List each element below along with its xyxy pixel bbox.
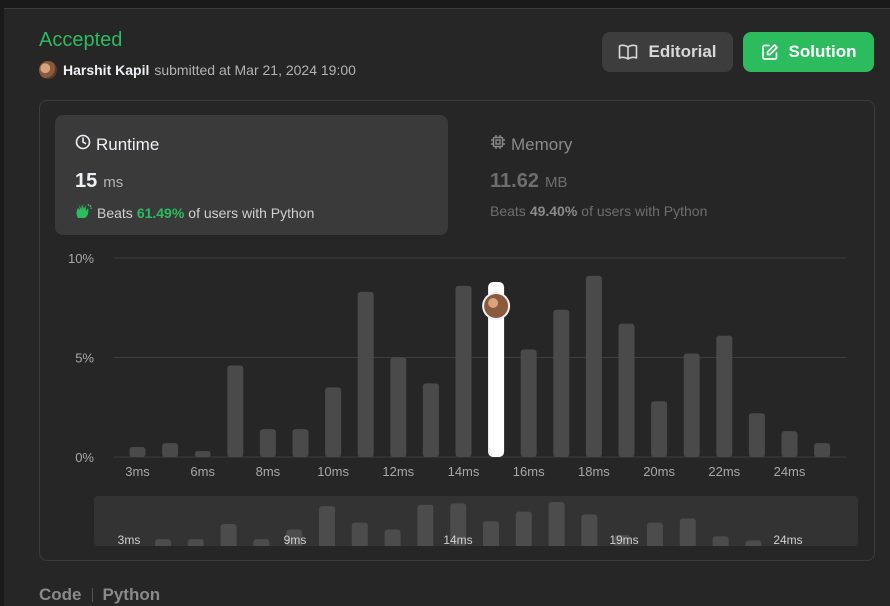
x-tick-label: 24ms	[774, 464, 806, 479]
book-icon	[618, 43, 638, 61]
x-tick-label: 14ms	[448, 464, 480, 479]
x-tick-label: 20ms	[643, 464, 675, 479]
overview-bar	[253, 539, 270, 546]
histogram-bar	[585, 275, 602, 457]
editorial-label: Editorial	[648, 42, 717, 61]
overview-tick-label: 14ms	[443, 533, 472, 546]
overview-tick-label: 24ms	[773, 533, 802, 546]
x-tick-label: 22ms	[708, 464, 740, 479]
histogram-bar	[292, 429, 309, 457]
histogram-bar	[520, 349, 537, 457]
overview-chart: 3ms 9ms 14ms 19ms 24ms	[118, 502, 803, 546]
username-link[interactable]: Harshit Kapil	[63, 62, 149, 78]
overview-bar	[712, 536, 729, 546]
overview-bar	[384, 529, 401, 546]
histogram-bar	[618, 323, 635, 457]
histogram-bar	[194, 451, 211, 457]
solution-button[interactable]: Solution	[743, 32, 874, 72]
submission-meta: Harshit Kapil submitted at Mar 21, 2024 …	[39, 61, 356, 79]
overview-bar	[647, 522, 663, 546]
y-tick-label: 10%	[68, 251, 94, 266]
edit-icon	[761, 43, 779, 61]
performance-card: Runtime 15 ms Beats 61.49% of users with…	[39, 100, 875, 561]
x-tick-label: 10ms	[317, 464, 349, 479]
overview-bar	[155, 539, 171, 546]
histogram-bar	[259, 429, 276, 457]
overview-bar	[483, 521, 499, 546]
x-tick-label: 3ms	[125, 464, 150, 479]
submission-panel: Accepted Harshit Kapil submitted at Mar …	[4, 8, 890, 606]
overview-bar	[351, 522, 368, 546]
overview-bar	[745, 540, 762, 546]
histogram-bar	[357, 291, 374, 457]
x-tick-label: 18ms	[578, 464, 610, 479]
overview-bar	[581, 514, 598, 546]
overview-tick-label: 9ms	[284, 533, 307, 546]
y-tick-label: 0%	[75, 450, 94, 465]
x-tick-label: 16ms	[513, 464, 545, 479]
overview-bar	[548, 502, 565, 546]
divider	[91, 588, 93, 602]
histogram-bar	[553, 309, 570, 457]
histogram-bar	[325, 387, 342, 457]
histogram-bar	[390, 357, 407, 457]
overview-bar	[319, 506, 335, 546]
histogram-bar	[162, 443, 179, 457]
overview-bar	[417, 504, 434, 546]
overview-bar	[679, 518, 696, 546]
overview-tick-label: 3ms	[118, 533, 141, 546]
x-tick-label: 12ms	[382, 464, 414, 479]
solution-label: Solution	[788, 42, 857, 61]
histogram-bar	[781, 431, 798, 457]
histogram-bar	[683, 353, 700, 457]
histogram-bar	[814, 443, 831, 457]
chart-overview-scrollbar[interactable]: 3ms 9ms 14ms 19ms 24ms	[94, 496, 858, 546]
histogram-bar	[129, 447, 146, 457]
x-tick-label: 8ms	[256, 464, 281, 479]
histogram-bar	[748, 413, 765, 457]
code-section-header: Code Python	[39, 585, 160, 605]
overview-tick-label: 19ms	[609, 533, 638, 546]
user-avatar-marker	[482, 292, 511, 320]
histogram-bar	[227, 365, 244, 457]
runtime-distribution-chart: 10% 5% 0% 3ms 6ms 8ms 10ms 12ms 14ms 16ms 18ms 20ms…	[68, 251, 846, 479]
histogram-bar	[455, 285, 472, 457]
submitted-time: submitted at Mar 21, 2024 19:00	[154, 62, 356, 78]
overview-bar	[187, 539, 204, 546]
code-label: Code	[39, 585, 82, 604]
histogram-bar	[422, 383, 439, 457]
user-avatar[interactable]	[39, 61, 57, 79]
code-language: Python	[102, 585, 161, 604]
overview-bar	[220, 524, 237, 546]
y-tick-label: 5%	[75, 351, 94, 366]
histogram-bar	[651, 401, 668, 457]
marker-face	[488, 298, 499, 308]
histogram-bar	[716, 335, 733, 457]
editorial-button[interactable]: Editorial	[602, 32, 733, 72]
submission-status: Accepted	[39, 29, 123, 51]
overview-bar	[515, 511, 532, 546]
x-tick-label: 6ms	[190, 464, 215, 479]
